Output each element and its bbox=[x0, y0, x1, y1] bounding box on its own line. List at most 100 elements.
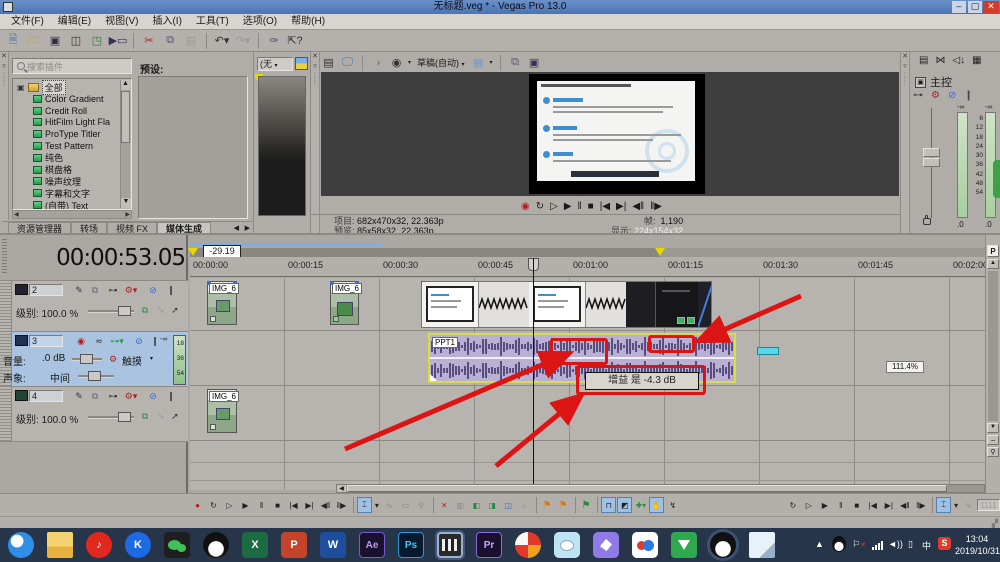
insert-bus-icon[interactable]: ▤ bbox=[919, 55, 928, 66]
prev-frame-icon[interactable]: ◀‖ bbox=[318, 497, 333, 513]
tray-volume-icon[interactable]: ◄)) bbox=[888, 539, 903, 549]
taskbar-powerpoint-icon[interactable]: P bbox=[281, 532, 307, 558]
close-button[interactable]: ✕ bbox=[983, 1, 999, 13]
track3-pan-value[interactable]: 中间 bbox=[50, 370, 70, 385]
prev-frame-icon[interactable]: ◀‖ bbox=[897, 497, 912, 513]
track3-header[interactable]: 3 ◉ ≂ ⊶▾ ⊘ ❙ -∞ 183654 音量: .0 dB ⚙ 触摸 ▾ … bbox=[0, 332, 188, 387]
generator-tree[interactable]: ▣ 全部 Color GradientCredit RollHitFilm Li… bbox=[12, 78, 132, 210]
loop-region-bar[interactable] bbox=[190, 248, 660, 257]
dropdown-arrow-icon[interactable]: ▾ bbox=[490, 59, 493, 66]
menu-item[interactable]: 编辑(E) bbox=[51, 16, 98, 27]
fade-handle[interactable] bbox=[430, 374, 437, 381]
ignore-event-grouping-icon[interactable]: ✋ bbox=[649, 497, 664, 513]
envelope-tool-icon[interactable]: ∿ bbox=[382, 497, 397, 513]
tree-root-label[interactable]: 全部 bbox=[42, 80, 66, 95]
taskbar-vegas-pro-icon[interactable] bbox=[437, 532, 463, 558]
track2-up-icon[interactable]: ➚ bbox=[168, 304, 182, 316]
auto-ripple-icon[interactable]: ◩ bbox=[617, 497, 632, 513]
track3-pan-thumb[interactable] bbox=[88, 371, 101, 381]
tray-network-icon[interactable] bbox=[872, 541, 883, 550]
timecode-display[interactable]: 00:00:53.05 bbox=[20, 245, 185, 271]
marker-bar[interactable] bbox=[190, 248, 985, 257]
menu-item[interactable]: 工具(T) bbox=[189, 16, 236, 27]
scroll-left-icon[interactable]: ◀ bbox=[337, 485, 346, 492]
pause-icon[interactable]: ‖ bbox=[578, 201, 582, 212]
generator-tree-item[interactable]: Credit Roll bbox=[33, 105, 131, 117]
generator-tree-item[interactable]: (自带) Text bbox=[33, 199, 131, 210]
track3-envelope-icon[interactable]: ≂ bbox=[92, 335, 106, 347]
render-as-icon[interactable]: ◫ bbox=[67, 32, 85, 49]
go-to-start-icon[interactable]: |◀ bbox=[286, 497, 301, 513]
generator-tree-item[interactable]: Color Gradient bbox=[33, 93, 131, 105]
enable-snapping-icon[interactable]: ⊓ bbox=[601, 497, 616, 513]
track4-automation-gear-icon[interactable]: ⚙▾ bbox=[124, 390, 138, 402]
generator-tree-item[interactable]: Test Pattern bbox=[33, 140, 131, 152]
project-media-p-button[interactable]: P bbox=[987, 245, 999, 257]
record-icon[interactable]: ● bbox=[190, 497, 205, 513]
keyframe-area[interactable] bbox=[258, 76, 306, 216]
taskbar-after-effects-icon[interactable]: Ae bbox=[359, 532, 385, 558]
taskbar-baidu-netdisk-icon[interactable] bbox=[632, 532, 658, 558]
insert-region-icon[interactable]: ⚑ bbox=[556, 497, 571, 513]
normal-edit-tool-icon[interactable]: ⌶ bbox=[357, 497, 372, 513]
edit-tool-dropdown-icon[interactable]: ▾ bbox=[373, 497, 381, 513]
trim-end-icon[interactable]: ◧ bbox=[469, 497, 484, 513]
panel-grip[interactable]: ⋮⋮⋮ bbox=[311, 74, 319, 86]
track4-grip[interactable] bbox=[0, 387, 12, 441]
generator-tree-item[interactable]: 字幕和文字 bbox=[33, 187, 131, 199]
interactive-tutorials-icon[interactable]: ✑ bbox=[265, 32, 283, 49]
stop-icon[interactable]: ■ bbox=[270, 497, 285, 513]
track4-level-thumb[interactable] bbox=[118, 412, 131, 422]
scroll-up-icon[interactable]: ▲ bbox=[121, 80, 130, 90]
track4-make-composite-child-icon[interactable]: ⧉ bbox=[138, 410, 152, 422]
project-properties-icon[interactable]: ▤ bbox=[321, 56, 336, 70]
lock-fader-icon[interactable] bbox=[923, 218, 931, 225]
split-screen-icon[interactable]: ◑ bbox=[370, 56, 385, 70]
scroll-left-icon[interactable]: ◀ bbox=[14, 211, 19, 218]
tree-collapse-icon[interactable]: ▣ bbox=[17, 83, 25, 92]
track2-solo-icon[interactable]: ❙ bbox=[164, 284, 178, 296]
taskbar-word-icon[interactable]: W bbox=[320, 532, 346, 558]
minimize-button[interactable]: – bbox=[952, 1, 966, 13]
panel-grip[interactable]: ⋮⋮⋮ bbox=[0, 74, 8, 86]
loop-start-marker-icon[interactable] bbox=[188, 248, 198, 256]
prev-frame-icon[interactable]: ◀‖ bbox=[632, 201, 644, 212]
docked-tab-handle[interactable] bbox=[993, 160, 1000, 198]
delete-icon[interactable]: ✕ bbox=[437, 497, 452, 513]
open-icon[interactable]: 🗁 bbox=[25, 32, 43, 49]
clip-img-track2-a[interactable]: IMG_6 bbox=[207, 281, 237, 325]
taskbar-pinwheel-app-icon[interactable] bbox=[515, 532, 541, 558]
animate-icon[interactable] bbox=[295, 57, 308, 70]
tray-sogou-icon[interactable]: S bbox=[938, 537, 951, 550]
taskbar-qq-browser-icon[interactable] bbox=[8, 532, 34, 558]
zoom-out-icon[interactable]: − bbox=[987, 435, 999, 445]
scroll-down-icon[interactable]: ▼ bbox=[987, 423, 999, 433]
scroll-thumb[interactable] bbox=[121, 91, 130, 143]
scroll-right-icon[interactable]: ▶ bbox=[125, 211, 130, 218]
generator-tree-item[interactable]: 噪声纹理 bbox=[33, 176, 131, 188]
dropdown-arrow-icon[interactable]: ▾ bbox=[150, 355, 153, 362]
scroll-thumb[interactable] bbox=[347, 485, 947, 492]
taskbar-bird-app-icon[interactable] bbox=[593, 532, 619, 558]
edit-tool-dropdown-icon[interactable]: ▾ bbox=[952, 497, 960, 513]
lock-event-icon[interactable]: ⌂ bbox=[517, 497, 532, 513]
taskbar-notepad-icon[interactable] bbox=[749, 532, 775, 558]
track4-down-icon[interactable]: ➘ bbox=[154, 410, 168, 422]
track4-number[interactable]: 4 bbox=[29, 390, 63, 402]
import-media-icon[interactable]: ▶▭ bbox=[109, 32, 127, 49]
copy-icon[interactable]: ⧉ bbox=[161, 32, 179, 49]
go-to-end-icon[interactable]: ▶| bbox=[302, 497, 317, 513]
mute-icon[interactable]: ⊘ bbox=[948, 90, 956, 101]
tab-scroll-right-icon[interactable]: ▶ bbox=[245, 224, 250, 232]
tree-vscrollbar[interactable]: ▲ ▼ bbox=[120, 80, 130, 208]
taskbar-clock[interactable]: 13:04 2019/10/31 bbox=[955, 533, 999, 557]
pause-icon[interactable]: ‖ bbox=[254, 497, 269, 513]
menu-item[interactable]: 插入(I) bbox=[145, 16, 188, 27]
taskbar-qq-icon[interactable] bbox=[203, 532, 229, 558]
tab-scroll-left-icon[interactable]: ◀ bbox=[234, 224, 239, 232]
track2-fx-icon[interactable]: ⊶ bbox=[106, 284, 120, 296]
stop-icon[interactable]: ■ bbox=[588, 201, 594, 212]
clip-img-track2-b[interactable]: IMG_6 bbox=[330, 281, 359, 325]
menu-item[interactable]: 文件(F) bbox=[4, 16, 51, 27]
track2-header[interactable]: 2 ✎ ⧉ ⊶ ⚙▾ ⊘ ❙ 级别: 100.0 % ⧉ ➘ ➚ bbox=[0, 280, 188, 332]
